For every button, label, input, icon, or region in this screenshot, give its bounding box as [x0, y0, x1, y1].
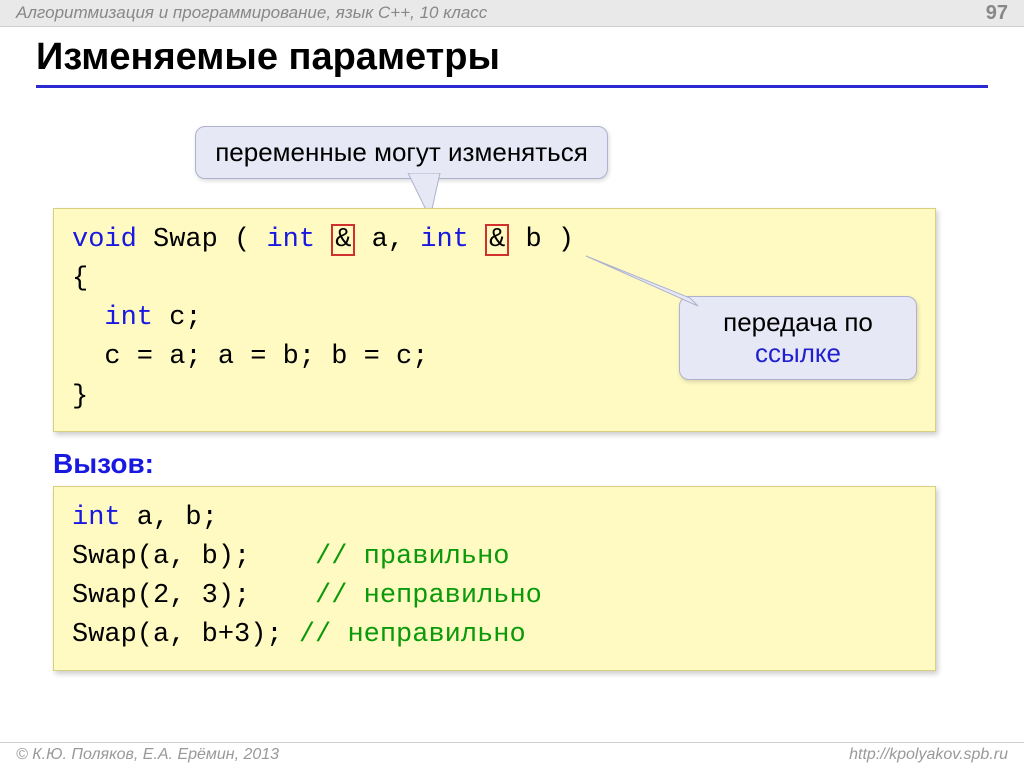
code-text: [315, 225, 331, 255]
kw-int: int: [72, 503, 121, 533]
code-text: c = a; a = b; b = c;: [72, 342, 428, 372]
kw-int: int: [420, 225, 469, 255]
callout-line1: передача по: [698, 307, 898, 338]
comment: // правильно: [315, 542, 509, 572]
footer: © К.Ю. Поляков, Е.А. Ерёмин, 2013 http:/…: [0, 742, 1024, 767]
callout-tail-right: [580, 252, 700, 307]
code-text: c;: [153, 303, 202, 333]
code-text: b ): [509, 225, 574, 255]
callout-text: переменные могут изменяться: [215, 137, 588, 167]
code-text: }: [72, 382, 88, 412]
footer-left: © К.Ю. Поляков, Е.А. Ерёмин, 2013: [16, 746, 279, 764]
call-label: Вызов:: [53, 448, 154, 480]
top-bar: Алгоритмизация и программирование, язык …: [0, 0, 1024, 27]
course-label: Алгоритмизация и программирование, язык …: [16, 3, 487, 23]
code-text: Swap(2, 3);: [72, 581, 315, 611]
comment: // неправильно: [299, 620, 526, 650]
kw-int: int: [104, 303, 153, 333]
kw-void: void: [72, 225, 137, 255]
callout-ref-word: ссылке: [698, 338, 898, 369]
page-number: 97: [986, 2, 1008, 25]
code-text: a, b;: [121, 503, 218, 533]
amp-b: &: [485, 224, 509, 256]
amp-a: &: [331, 224, 355, 256]
code-text: [469, 225, 485, 255]
callout-vars-change: переменные могут изменяться: [195, 126, 608, 179]
code-box-calls: int a, b; Swap(a, b); // правильно Swap(…: [53, 486, 936, 671]
comment: // неправильно: [315, 581, 542, 611]
code-text: a,: [355, 225, 420, 255]
footer-right: http://kpolyakov.spb.ru: [849, 746, 1008, 764]
callout-by-ref: передача по ссылке: [679, 296, 917, 380]
kw-int: int: [266, 225, 315, 255]
slide-title: Изменяемые параметры: [36, 36, 988, 88]
code-text: Swap(a, b);: [72, 542, 315, 572]
code-text: Swap (: [137, 225, 267, 255]
code-text: Swap(a, b+3);: [72, 620, 299, 650]
code-text: {: [72, 264, 88, 294]
